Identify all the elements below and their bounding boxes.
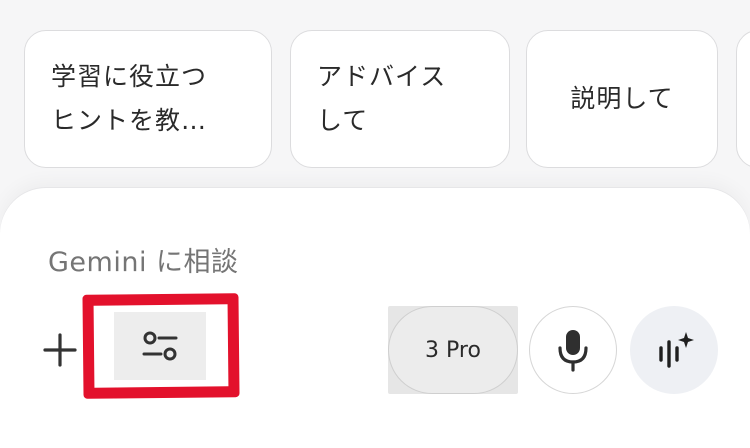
microphone-icon	[558, 330, 588, 372]
live-button[interactable]	[630, 306, 718, 394]
microphone-button[interactable]	[529, 306, 617, 394]
model-selector-wrap: 3 Pro	[388, 306, 518, 394]
suggestion-chip-learning-tips[interactable]: 学習に役立つ ヒントを教…	[24, 30, 272, 168]
live-sparkle-icon	[659, 332, 694, 368]
tools-highlight-box	[82, 293, 240, 399]
suggestion-chips: 学習に役立つ ヒントを教… アドバイス して 説明して	[0, 0, 750, 190]
model-selector-button[interactable]: 3 Pro	[388, 306, 518, 394]
add-button[interactable]	[40, 330, 80, 370]
prompt-panel: Gemini に相談 3 Pro	[0, 188, 750, 448]
suggestion-chip-advice[interactable]: アドバイス して	[290, 30, 510, 168]
prompt-input[interactable]: Gemini に相談	[48, 240, 239, 279]
suggestion-chip-explain[interactable]: 説明して	[526, 30, 718, 168]
suggestion-chip-partial[interactable]	[736, 30, 750, 168]
plus-icon	[43, 333, 77, 367]
